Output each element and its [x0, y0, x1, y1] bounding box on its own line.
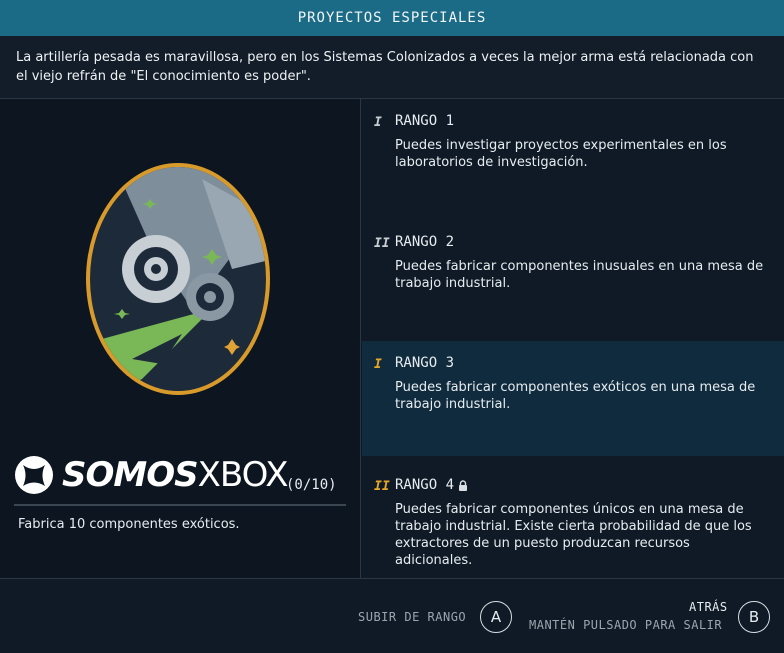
rank-description: Puedes fabricar componentes exóticos en … — [395, 380, 756, 412]
b-button-glyph: B — [748, 608, 760, 626]
watermark-xbox: XBOX — [197, 455, 289, 495]
rank-title: RANGO 1 — [395, 113, 455, 129]
rank-description: Puedes investigar proyectos experimental… — [395, 138, 727, 170]
rank-list: I RANGO 1 Puedes investigar proyectos ex… — [362, 99, 784, 578]
skill-panel: SOMOSXBOX (0/10) Fabrica 10 componentes … — [0, 99, 361, 578]
rank-marker-icon: I — [374, 357, 382, 372]
rank-title: RANGO 4 — [395, 477, 455, 493]
watermark-somos: SOMOS — [62, 455, 199, 495]
progress-divider — [14, 504, 346, 506]
footer-bar: SUBIR DE RANGO A ATRÁS MANTÉN PULSADO PA… — [0, 578, 784, 653]
xbox-logo-icon — [15, 456, 53, 494]
lock-icon — [459, 479, 468, 491]
back-label: ATRÁS — [689, 600, 728, 614]
rank-title: RANGO 2 — [395, 234, 455, 250]
rank-item-1[interactable]: I RANGO 1 Puedes investigar proyectos ex… — [362, 99, 784, 220]
gears-and-tools-patch-icon — [86, 163, 270, 395]
rank-marker-icon: I — [374, 115, 382, 130]
header-bar: PROYECTOS ESPECIALES — [0, 0, 784, 36]
rank-item-2[interactable]: II RANGO 2 Puedes fabricar componentes i… — [362, 220, 784, 341]
rank-up-button[interactable]: A — [480, 601, 512, 633]
rank-description: Puedes fabricar componentes únicos en un… — [395, 502, 752, 568]
somosxbox-watermark: SOMOSXBOX — [14, 455, 289, 495]
back-hint: MANTÉN PULSADO PARA SALIR — [529, 618, 723, 632]
skill-objective: Fabrica 10 componentes exóticos. — [18, 517, 240, 532]
page-title: PROYECTOS ESPECIALES — [297, 10, 487, 26]
rank-item-4[interactable]: II RANGO 4 Puedes fabricar componentes ú… — [362, 463, 784, 578]
a-button-glyph: A — [490, 608, 502, 626]
skill-progress: (0/10) — [286, 477, 337, 493]
rank-description: Puedes fabricar componentes inusuales en… — [395, 259, 764, 291]
intro-description: La artillería pesada es maravillosa, per… — [0, 36, 784, 99]
back-button[interactable]: B — [738, 601, 770, 633]
rank-marker-icon: II — [374, 236, 390, 251]
rank-item-3[interactable]: I RANGO 3 Puedes fabricar componentes ex… — [362, 341, 784, 456]
rank-marker-icon: II — [374, 479, 390, 494]
rank-title: RANGO 3 — [395, 355, 455, 371]
rank-up-label: SUBIR DE RANGO — [358, 610, 467, 624]
